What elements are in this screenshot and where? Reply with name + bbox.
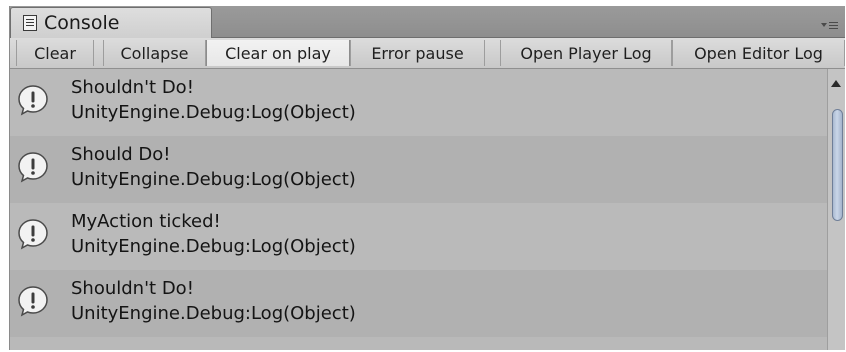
- info-icon: [16, 83, 50, 117]
- log-stack-trace: UnityEngine.Debug:Log(Object): [71, 303, 356, 324]
- console-window: Console Clear Collapse Clear on play Err…: [9, 6, 845, 350]
- log-message: Should Do!: [71, 144, 171, 165]
- open-player-log-button[interactable]: Open Player Log: [500, 40, 672, 66]
- log-stack-trace: UnityEngine.Debug:Log(Object): [71, 102, 356, 123]
- tab-strip: Console: [10, 6, 845, 38]
- log-stack-trace: UnityEngine.Debug:Log(Object): [71, 236, 356, 257]
- log-entry[interactable]: Shouldn't Do! UnityEngine.Debug:Log(Obje…: [10, 270, 827, 337]
- tab-title: Console: [44, 11, 120, 34]
- log-stack-trace: UnityEngine.Debug:Log(Object): [71, 169, 356, 190]
- log-message: Shouldn't Do!: [71, 278, 194, 299]
- clear-on-play-toggle[interactable]: Clear on play: [206, 40, 350, 66]
- collapse-toggle[interactable]: Collapse: [103, 40, 206, 66]
- log-entry[interactable]: MyAction ticked! UnityEngine.Debug:Log(O…: [10, 203, 827, 270]
- info-icon: [16, 284, 50, 318]
- clear-button[interactable]: Clear: [16, 40, 94, 66]
- tab-console[interactable]: Console: [10, 7, 212, 38]
- console-icon: [23, 15, 37, 31]
- info-icon: [16, 217, 50, 251]
- log-message: MyAction ticked!: [71, 211, 221, 232]
- scrollbar-thumb[interactable]: [832, 109, 843, 221]
- vertical-scrollbar[interactable]: [827, 69, 845, 350]
- log-entry[interactable]: Should Do! UnityEngine.Debug:Log(Object): [10, 136, 827, 203]
- log-entry[interactable]: Shouldn't Do! UnityEngine.Debug:Log(Obje…: [10, 69, 827, 136]
- scroll-up-arrow-icon[interactable]: [831, 80, 841, 87]
- console-toolbar: Clear Collapse Clear on play Error pause…: [10, 38, 845, 69]
- error-pause-toggle[interactable]: Error pause: [350, 40, 485, 66]
- log-message: Shouldn't Do!: [71, 77, 194, 98]
- panel-menu-icon[interactable]: [821, 16, 839, 29]
- open-editor-log-button[interactable]: Open Editor Log: [672, 40, 845, 66]
- info-icon: [16, 150, 50, 184]
- log-list: Shouldn't Do! UnityEngine.Debug:Log(Obje…: [10, 69, 827, 350]
